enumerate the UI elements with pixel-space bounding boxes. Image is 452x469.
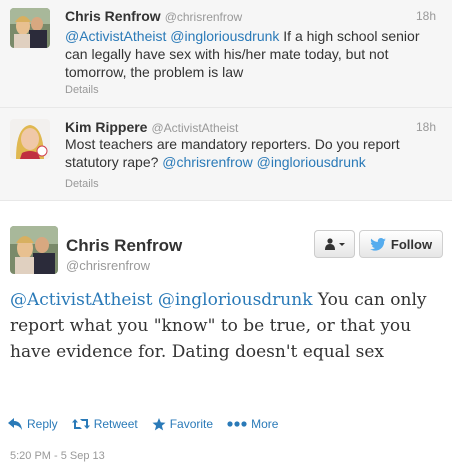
user-icon (324, 238, 345, 250)
star-icon (152, 417, 166, 430)
tweet-time[interactable]: 18h (416, 120, 436, 134)
more-dots-icon (227, 421, 247, 427)
avatar[interactable] (10, 226, 58, 274)
retweet-icon (71, 419, 90, 429)
avatar[interactable] (10, 8, 50, 48)
retweet-button[interactable]: Retweet (71, 417, 138, 431)
author-name[interactable]: Chris Renfrow (65, 8, 161, 24)
details-link[interactable]: Details (65, 178, 99, 190)
reply-icon (8, 418, 22, 430)
favorite-label: Favorite (169, 417, 214, 431)
follow-button[interactable]: Follow (359, 230, 443, 258)
reply-label: Reply (27, 417, 58, 431)
tweet-item[interactable]: Chris Renfrow @chrisrenfrow 18h @Activist… (0, 0, 452, 108)
favorite-button[interactable]: Favorite (152, 417, 213, 431)
more-button[interactable]: More (227, 417, 278, 431)
mention-link[interactable]: @chrisrenfrow (162, 154, 252, 170)
tweet-text: @ActivistAtheist @ingloriousdrunk If a h… (65, 27, 445, 81)
user-actions-button[interactable] (314, 230, 355, 258)
tweet-time[interactable]: 18h (416, 9, 436, 23)
expanded-tweet: Chris Renfrow @chrisrenfrow Follow @Acti… (0, 201, 452, 469)
mention-link[interactable]: @ActivistAtheist (65, 28, 166, 44)
tweet-item[interactable]: Kim Rippere @ActivistAtheist 18h Most tea… (0, 108, 452, 201)
follow-label: Follow (390, 236, 433, 252)
author-name[interactable]: Kim Rippere (65, 119, 147, 135)
tweet-actions: Reply Retweet Favorite More (8, 414, 292, 434)
tweet-text: Most teachers are mandatory reporters. D… (65, 135, 445, 171)
retweet-label: Retweet (93, 417, 138, 431)
details-link[interactable]: Details (65, 84, 99, 96)
author-handle[interactable]: @chrisrenfrow (165, 10, 243, 24)
mention-link[interactable]: @ActivistAtheist (10, 290, 152, 310)
avatar[interactable] (10, 119, 50, 159)
tweet-timestamp[interactable]: 5:20 PM - 5 Sep 13 (10, 450, 105, 462)
more-label: More (251, 417, 279, 431)
mention-link[interactable]: @ingloriousdrunk (257, 154, 366, 170)
mention-link[interactable]: @ingloriousdrunk (170, 28, 279, 44)
tweet-text: @ActivistAtheist @ingloriousdrunk You ca… (10, 287, 446, 365)
mention-link[interactable]: @ingloriousdrunk (158, 290, 313, 310)
author-name[interactable]: Chris Renfrow (66, 236, 182, 256)
twitter-bird-icon (370, 237, 386, 251)
author-handle[interactable]: @ActivistAtheist (151, 121, 238, 135)
tweet-header: Chris Renfrow @chrisrenfrow 18h (65, 8, 444, 26)
author-handle[interactable]: @chrisrenfrow (66, 258, 150, 273)
reply-button[interactable]: Reply (8, 417, 58, 431)
